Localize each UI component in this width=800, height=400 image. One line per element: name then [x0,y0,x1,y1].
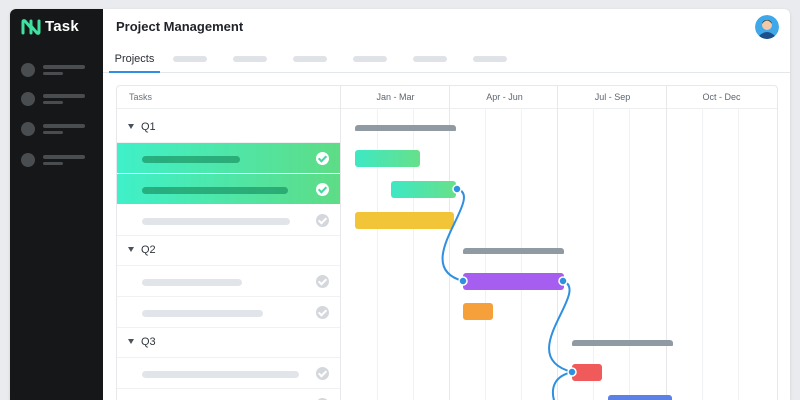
group-row-q2[interactable]: Q2 [117,235,340,266]
quarter-divider [666,86,667,400]
tasks-column-header: Tasks [129,92,153,102]
sidebar-item[interactable] [21,62,91,78]
quarter-divider [557,86,558,400]
task-name-placeholder [142,279,242,286]
dependency-link [548,280,573,373]
sidebar-item-label-placeholder [43,94,85,98]
group-row-q3[interactable]: Q3 [117,327,340,358]
quarter-label: Jan - Mar [376,92,415,102]
tab-placeholder[interactable] [413,56,447,62]
check-circle-icon[interactable] [316,367,329,380]
gantt-chart: Tasks Jan - Mar Apr - Jun Jul - Sep Oct … [116,85,778,400]
tab-placeholder[interactable] [353,56,387,62]
task-bar[interactable] [608,395,672,400]
task-bar[interactable] [463,273,564,290]
summary-bar-q2[interactable] [463,248,564,254]
group-label: Q2 [141,244,156,256]
task-row[interactable] [117,297,340,328]
quarter-label: Jul - Sep [594,92,631,102]
sidebar: Task [10,9,103,400]
task-name-placeholder [142,371,299,378]
task-bar[interactable] [463,303,493,320]
check-circle-icon[interactable] [316,152,329,165]
grid-line [593,108,594,400]
quarter-divider [449,86,450,400]
task-column-divider [340,86,341,400]
app-name: Task [45,18,79,35]
check-circle-icon[interactable] [316,306,329,319]
summary-bar-q1[interactable] [355,125,456,131]
task-row[interactable] [117,143,340,174]
header-divider [117,108,777,109]
sidebar-item-icon [21,63,35,77]
dependency-link [551,371,573,400]
sidebar-item-label-placeholder [43,155,85,159]
sidebar-item-icon [21,92,35,106]
caret-down-icon[interactable] [128,247,134,252]
task-name-placeholder [142,310,263,317]
task-row[interactable] [117,358,340,389]
task-bar[interactable] [355,150,420,167]
check-circle-icon[interactable] [316,183,329,196]
sidebar-item[interactable] [21,152,91,168]
tab-bar: Projects [103,49,790,73]
tab-placeholder[interactable] [173,56,207,62]
quarter-label: Oct - Dec [702,92,741,102]
app-logo[interactable]: Task [21,18,79,35]
sidebar-item-sublabel-placeholder [43,162,63,165]
tab-placeholder[interactable] [233,56,267,62]
sidebar-item-sublabel-placeholder [43,101,63,104]
tab-projects[interactable]: Projects [109,53,160,73]
grid-line [629,108,630,400]
sidebar-item-label-placeholder [43,65,85,69]
task-bar[interactable] [391,181,456,198]
dependency-link [441,188,465,282]
group-label: Q1 [141,121,156,133]
page-header: Project Management [103,9,790,45]
grid-line [702,108,703,400]
task-row[interactable] [117,389,340,400]
caret-down-icon[interactable] [128,339,134,344]
tab-placeholder[interactable] [293,56,327,62]
page-title: Project Management [116,19,244,34]
sidebar-item-sublabel-placeholder [43,131,63,134]
task-bar[interactable] [355,212,454,229]
task-row[interactable] [117,205,340,236]
task-name-placeholder [142,187,288,194]
app-window: Task Project Management Projects Tasks J… [10,9,790,400]
sidebar-item-sublabel-placeholder [43,72,63,75]
grid-line [738,108,739,400]
summary-bar-q3[interactable] [572,340,673,346]
logo-icon [21,18,41,35]
quarter-label: Apr - Jun [486,92,523,102]
tab-placeholder[interactable] [473,56,507,62]
sidebar-item-icon [21,153,35,167]
group-label: Q3 [141,336,156,348]
sidebar-item-label-placeholder [43,124,85,128]
task-row[interactable] [117,174,340,205]
caret-down-icon[interactable] [128,124,134,129]
grid-line [521,108,522,400]
task-bar[interactable] [572,364,602,381]
sidebar-item-icon [21,122,35,136]
check-circle-icon[interactable] [316,214,329,227]
check-circle-icon[interactable] [316,275,329,288]
grid-line [485,108,486,400]
avatar-icon[interactable] [755,15,779,39]
task-row[interactable] [117,266,340,297]
sidebar-item[interactable] [21,91,91,107]
task-name-placeholder [142,156,240,163]
sidebar-item[interactable] [21,121,91,137]
task-name-placeholder [142,218,290,225]
group-row-q1[interactable]: Q1 [117,112,340,143]
